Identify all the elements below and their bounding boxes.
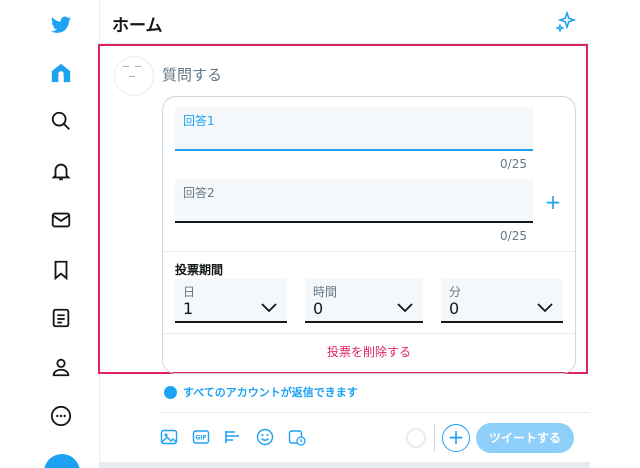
tweet-button[interactable]: ツイートする (476, 423, 574, 453)
reply-setting-label: すべてのアカウントが返信できます (183, 386, 358, 399)
select-label: 時間 (313, 285, 338, 299)
period-hours-select[interactable]: 時間 0 (305, 279, 423, 323)
choice-1-field[interactable]: 回答1 (175, 107, 533, 151)
divider (100, 462, 590, 468)
choice-2-field[interactable]: 回答2 (175, 179, 533, 223)
home-icon[interactable] (46, 58, 76, 88)
period-days-select[interactable]: 日 1 (175, 279, 287, 323)
list-icon[interactable] (46, 303, 76, 333)
sparkle-icon[interactable] (554, 10, 578, 34)
avatar[interactable]: ‾ ‾ ‾ (114, 56, 154, 96)
poll-box: 回答1 0/25 回答2 0/25 + 投票期間 日 1 時間 0 分 0 投票… (162, 96, 576, 374)
profile-icon[interactable] (46, 352, 76, 382)
divider (434, 424, 435, 452)
delete-poll-button[interactable]: 投票を削除する (163, 343, 575, 360)
add-tweet-button[interactable]: + (442, 424, 470, 452)
compose-box: ‾ ‾ ‾ 質問する 回答1 0/25 回答2 0/25 + 投票期間 日 1 … (98, 44, 588, 374)
twitter-bird-icon[interactable] (46, 10, 76, 40)
header: ホーム (100, 0, 590, 44)
divider (160, 412, 590, 413)
choice-1-counter: 0/25 (500, 157, 527, 171)
poll-period-label: 投票期間 (175, 263, 224, 277)
char-count-ring (406, 428, 426, 448)
schedule-icon[interactable] (288, 428, 306, 446)
divider (163, 333, 575, 334)
add-choice-button[interactable]: + (543, 192, 563, 213)
gif-icon[interactable]: GIF (192, 428, 210, 446)
bookmark-icon[interactable] (46, 255, 76, 285)
select-label: 日 (183, 285, 196, 299)
page-title: ホーム (112, 16, 163, 36)
search-icon[interactable] (46, 106, 76, 136)
compose-placeholder[interactable]: 質問する (162, 64, 222, 85)
chevron-down-icon (537, 303, 553, 313)
compose-fab-button[interactable] (44, 454, 80, 468)
chevron-down-icon (397, 303, 413, 313)
mail-icon[interactable] (46, 205, 76, 235)
choice-1-label: 回答1 (183, 114, 215, 128)
poll-icon[interactable] (224, 428, 242, 446)
image-icon[interactable] (160, 428, 178, 446)
reply-setting-button[interactable]: すべてのアカウントが返信できます (164, 384, 358, 400)
avatar-face-icon: ‾ ‾ ‾ (123, 66, 142, 87)
chevron-down-icon (261, 303, 277, 313)
more-icon[interactable] (46, 401, 76, 431)
divider (163, 251, 575, 252)
select-value: 0 (449, 299, 460, 318)
choice-2-label: 回答2 (183, 186, 215, 200)
period-minutes-select[interactable]: 分 0 (441, 279, 563, 323)
sidebar (0, 0, 100, 468)
select-label: 分 (449, 285, 462, 299)
emoji-icon[interactable] (256, 428, 274, 446)
select-value: 0 (313, 299, 324, 318)
globe-icon (164, 385, 177, 399)
choice-2-counter: 0/25 (500, 229, 527, 243)
bell-icon[interactable] (46, 156, 76, 186)
select-value: 1 (183, 299, 194, 318)
svg-text:GIF: GIF (195, 435, 206, 442)
